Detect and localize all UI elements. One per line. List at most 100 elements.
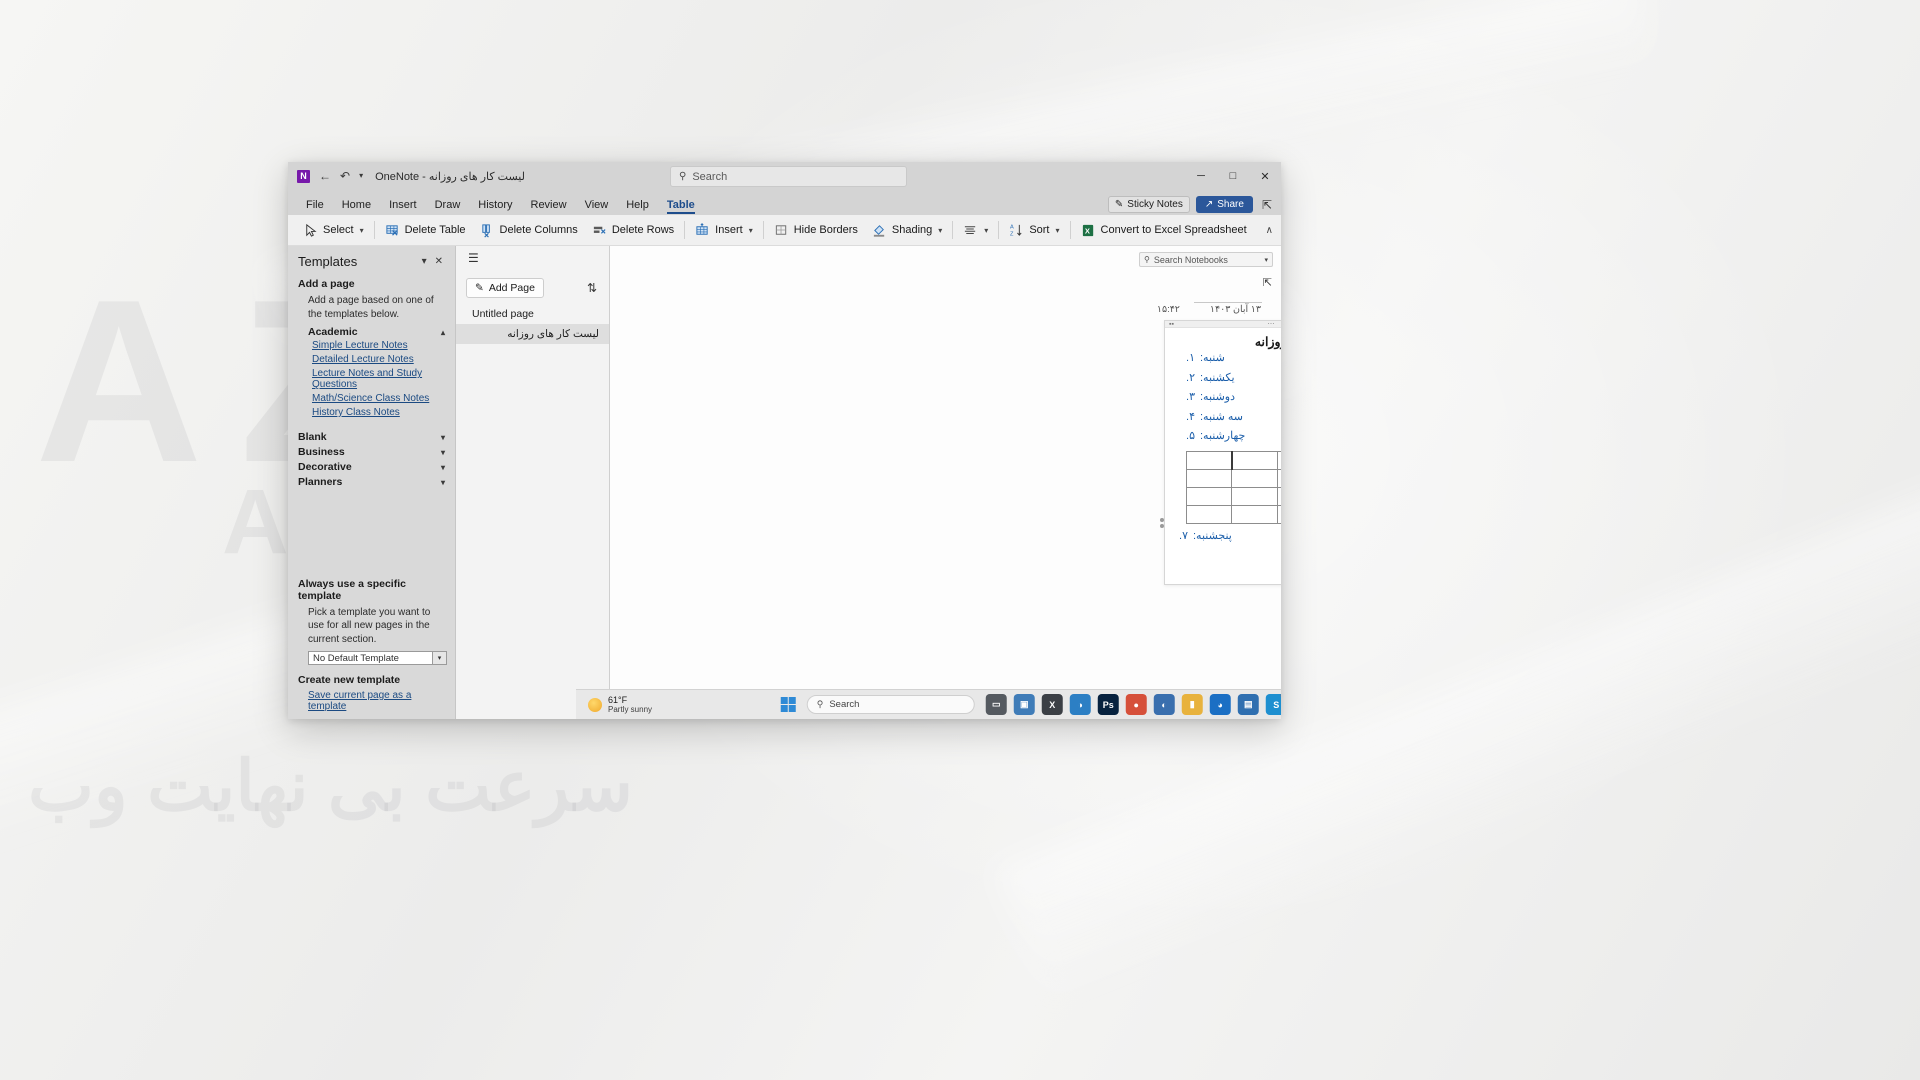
template-link-simple-lecture-notes[interactable]: Simple Lecture Notes — [312, 340, 445, 351]
list-item[interactable]: لیست کار های روزانه — [456, 324, 609, 344]
add-page-button[interactable]: ✎ Add Page — [466, 278, 544, 298]
template-link-lecture-notes-study-questions[interactable]: Lecture Notes and Study Questions — [312, 368, 445, 390]
photoshop-icon[interactable]: Ps — [1097, 694, 1119, 715]
back-icon[interactable]: ← — [319, 170, 331, 182]
customize-qat-icon[interactable]: ▾ — [359, 172, 363, 180]
delete-rows-label: Delete Rows — [611, 224, 675, 236]
templates-pane-scroll[interactable]: Add a page Add a page based on one of th… — [288, 275, 455, 578]
note-resize-handle[interactable] — [1158, 516, 1165, 538]
tab-draw[interactable]: Draw — [426, 199, 470, 215]
template-link-detailed-lecture-notes[interactable]: Detailed Lecture Notes — [312, 354, 445, 365]
list-item[interactable]: ۳. دوشنبه: — [1179, 388, 1281, 408]
edge-icon[interactable]: ◕ — [1209, 694, 1231, 715]
note-canvas[interactable]: ⚲ Search Notebooks ▾ ⇱ ۱۳ آبان ۱۴۰۳ ۱۵:۴… — [610, 246, 1281, 719]
list-item[interactable]: ۷. پنجشنبه: — [1179, 529, 1281, 542]
delete-columns-button[interactable]: Delete Columns — [473, 220, 585, 241]
table-row[interactable] — [1185, 504, 1281, 524]
table-cell[interactable] — [1185, 468, 1233, 488]
sticky-notes-button[interactable]: ✎ Sticky Notes — [1107, 196, 1190, 213]
insert-button[interactable]: Insert ▾ — [688, 220, 760, 241]
full-page-view-icon[interactable]: ⇱ — [1263, 276, 1272, 289]
delete-rows-button[interactable]: Delete Rows — [585, 220, 681, 241]
maximize-button[interactable]: □ — [1217, 162, 1249, 190]
template-link-math-science-class-notes[interactable]: Math/Science Class Notes — [312, 393, 445, 404]
table-row[interactable] — [1185, 450, 1281, 470]
tab-table[interactable]: Table — [658, 199, 704, 215]
table-cell[interactable] — [1276, 450, 1281, 470]
note-block-handle[interactable]: ▪▪ ⋯ — [1165, 321, 1281, 328]
sort-button[interactable]: A Z Sort ▾ — [1002, 220, 1066, 241]
convert-to-excel-label: Convert to Excel Spreadsheet — [1100, 224, 1247, 236]
share-button[interactable]: ↗ Share — [1195, 196, 1253, 213]
table-cell[interactable] — [1231, 468, 1278, 488]
align-button[interactable]: ▾ — [956, 220, 995, 241]
list-item[interactable]: ۱. شنبه: — [1179, 349, 1281, 369]
taskbar-search-input[interactable]: ⚲ Search — [806, 695, 975, 714]
select-button[interactable]: Select ▾ — [296, 220, 371, 241]
save-current-page-as-template-link[interactable]: Save current page as a template — [308, 690, 445, 712]
category-blank[interactable]: Blank ▾ — [298, 430, 445, 444]
list-item[interactable]: Untitled page — [456, 304, 609, 324]
onenote-window: N ← ↶ ▾ لیست کار های روزانه - OneNote ⚲ … — [288, 162, 1281, 719]
category-planners[interactable]: Planners ▾ — [298, 475, 445, 489]
category-academic[interactable]: Academic ▴ — [308, 326, 445, 338]
edge-dev-icon[interactable]: ◑ — [1069, 694, 1091, 715]
shading-button[interactable]: Shading ▾ — [865, 220, 949, 241]
category-decorative[interactable]: Decorative ▾ — [298, 460, 445, 474]
start-button[interactable] — [772, 696, 804, 713]
table-cell[interactable] — [1276, 486, 1281, 506]
tab-review[interactable]: Review — [522, 199, 576, 215]
undo-icon[interactable]: ↶ — [340, 170, 350, 182]
close-button[interactable]: ✕ — [1249, 162, 1281, 190]
default-template-dropdown[interactable]: No Default Template ▾ — [308, 651, 447, 665]
widgets-icon[interactable]: ▣ — [1013, 694, 1035, 715]
weather-widget[interactable]: 61°F Partly sunny — [582, 695, 658, 715]
explorer-icon[interactable]: ▮ — [1181, 694, 1203, 715]
chevron-down-icon[interactable]: ▾ — [418, 256, 431, 267]
sort-pages-icon[interactable]: ⇅ — [587, 281, 601, 295]
template-link-history-class-notes[interactable]: History Class Notes — [312, 407, 445, 418]
close-icon[interactable]: ✕ — [431, 256, 447, 267]
table-cell[interactable] — [1185, 486, 1233, 506]
table-cell[interactable] — [1276, 468, 1281, 488]
hide-borders-button[interactable]: Hide Borders — [767, 220, 865, 241]
search-container[interactable]: ⚲ Search — [670, 166, 907, 187]
search-notebooks-input[interactable]: ⚲ Search Notebooks ▾ — [1139, 252, 1273, 267]
note-content-block[interactable]: ▪▪ ⋯ لیست کار های روزانه ۱. شنبه: ۲. یکش… — [1159, 320, 1281, 585]
table-cell[interactable] — [1276, 504, 1281, 524]
chrome-icon[interactable]: ● — [1125, 694, 1147, 715]
ribbon-display-options-icon[interactable]: ⇱ — [1259, 198, 1275, 212]
tab-home[interactable]: Home — [333, 199, 380, 215]
skype-icon[interactable]: S 1 — [1265, 691, 1281, 715]
browser-icon[interactable]: ◐ — [1153, 694, 1175, 715]
list-item[interactable]: ۲. یکشنبه: — [1179, 369, 1281, 389]
table-cell[interactable] — [1231, 486, 1278, 506]
weather-condition: Partly sunny — [608, 705, 653, 715]
minimize-button[interactable]: ─ — [1185, 162, 1217, 190]
tab-help[interactable]: Help — [617, 199, 658, 215]
table-cell[interactable] — [1185, 504, 1233, 524]
xbox-icon[interactable]: X — [1041, 694, 1063, 715]
taskbar-search-placeholder: Search — [829, 699, 860, 710]
tab-file[interactable]: File — [297, 199, 333, 215]
search-input[interactable]: ⚲ Search — [670, 166, 907, 187]
task-view-icon[interactable]: ▭ — [985, 694, 1007, 715]
navigation-menu-icon[interactable]: ☰ — [462, 251, 485, 265]
store-icon[interactable]: ▤ — [1237, 694, 1259, 715]
convert-to-excel-button[interactable]: X Convert to Excel Spreadsheet — [1074, 220, 1254, 241]
note-handle-dots-icon: ⋯ — [1267, 320, 1276, 328]
table-cell[interactable] — [1231, 450, 1278, 470]
table-cell[interactable] — [1231, 504, 1278, 524]
list-item[interactable]: ۴. سه شنبه: — [1179, 408, 1281, 428]
list-item[interactable]: ۵. چهارشنبه: — [1179, 427, 1281, 447]
category-business[interactable]: Business ▾ — [298, 445, 445, 459]
tab-insert[interactable]: Insert — [380, 199, 426, 215]
delete-table-button[interactable]: Delete Table — [378, 220, 473, 241]
table-cell[interactable] — [1185, 450, 1233, 470]
note-table[interactable] — [1185, 450, 1281, 524]
table-row[interactable] — [1185, 486, 1281, 506]
collapse-ribbon-icon[interactable]: ∧ — [1266, 225, 1273, 236]
tab-view[interactable]: View — [576, 199, 618, 215]
tab-history[interactable]: History — [469, 199, 521, 215]
table-row[interactable] — [1185, 468, 1281, 488]
